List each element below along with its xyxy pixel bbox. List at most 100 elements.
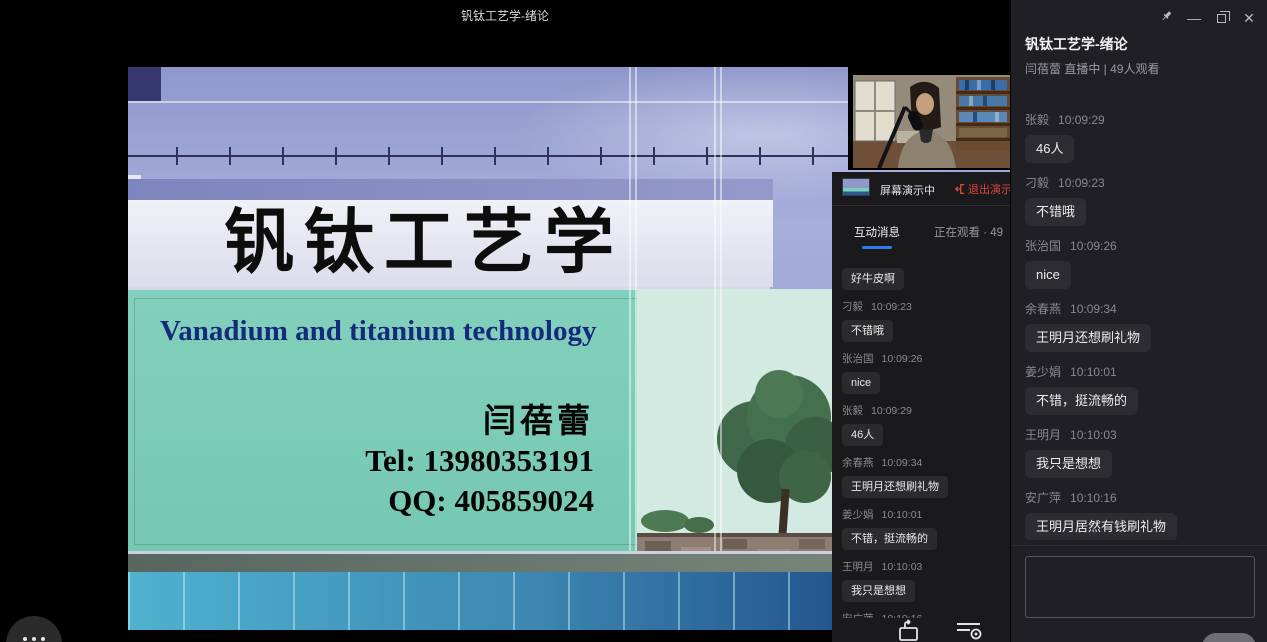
chat-message-meta: 张毅 10:09:29 bbox=[1025, 111, 1257, 128]
chat-sidebar: — ✕ 钒钛工艺学-绪论 闫蓓蕾 直播中 | 49人观看 张毅10:09:29 … bbox=[1010, 0, 1267, 642]
chat-message: 姜少娟10:10:01 不错，挺流畅的 bbox=[842, 507, 1008, 550]
chat-message: 张治国 10:09:26 nice bbox=[1025, 237, 1257, 289]
chat-message-meta: 刁毅 10:09:23 bbox=[1025, 174, 1257, 191]
chat-author: 王明月 bbox=[1025, 428, 1061, 442]
chat-message-meta: 王明月 10:10:03 bbox=[842, 559, 1008, 574]
live-class-window: 钒钛工艺学-绪论 钒钛工艺学 bbox=[0, 0, 1267, 642]
slide-contact-block: 闫蓓蕾 Tel: 13980353191 QQ: 405859024 bbox=[218, 401, 594, 521]
tab-viewers[interactable]: 正在观看 · 49 bbox=[934, 224, 1003, 240]
chat-author: 张治国 bbox=[842, 353, 874, 365]
chat-message-meta: 王明月 10:10:03 bbox=[1025, 426, 1257, 443]
chat-author: 张毅 bbox=[842, 405, 863, 417]
chat-author: 安广萍 bbox=[1025, 491, 1061, 505]
sidebar-chat-list: 张毅10:09:29 46人 刁毅10:09:23 不错哦 张治国10:09:2… bbox=[1025, 100, 1257, 540]
chat-time: 10:10:03 bbox=[882, 561, 923, 573]
ellipsis-icon bbox=[6, 628, 62, 642]
chat-author: 余春燕 bbox=[842, 457, 874, 469]
chat-author: 刁毅 bbox=[842, 301, 863, 313]
chat-message-meta: 安广萍10:10:16 bbox=[842, 611, 1008, 618]
chat-message: 王明月 10:10:03 我只是想想 bbox=[842, 559, 1008, 602]
chat-author: 张毅 bbox=[1025, 113, 1049, 127]
chat-time: 10:10:01 bbox=[1070, 365, 1117, 379]
webcam-video bbox=[853, 75, 1010, 168]
chat-time: 10:09:23 bbox=[1058, 176, 1105, 190]
chat-bubble: 46人 bbox=[842, 424, 883, 446]
chat-message: 王明月 10:10:03 我只是想想 bbox=[1025, 426, 1257, 478]
chat-message: 张治国10:09:26 nice bbox=[842, 351, 1008, 394]
slide-title: 钒钛工艺学 bbox=[224, 197, 764, 287]
screen-share-thumbnail bbox=[842, 178, 870, 196]
chat-bubble: 王明月还想刷礼物 bbox=[1025, 324, 1151, 352]
send-button[interactable] bbox=[1202, 633, 1256, 642]
chat-time: 10:10:16 bbox=[1070, 491, 1117, 505]
close-button[interactable]: ✕ bbox=[1239, 8, 1259, 28]
chat-time: 10:09:26 bbox=[882, 353, 923, 365]
chat-time: 10:10:03 bbox=[1070, 428, 1117, 442]
chat-message: 余春燕 10:09:34 王明月还想刷礼物 bbox=[1025, 300, 1257, 352]
chat-message: 安广萍10:10:16 王明月居然有钱刷礼物 bbox=[842, 611, 1008, 618]
chat-time: 10:09:29 bbox=[871, 405, 912, 417]
chat-message: 好牛皮啊 bbox=[842, 268, 1008, 290]
chat-tabs: 互动消息 正在观看 · 49 bbox=[832, 216, 1010, 252]
chat-message-meta: 张毅 10:09:29 bbox=[842, 403, 1008, 418]
chat-message: 张毅10:09:29 46人 bbox=[1025, 111, 1257, 163]
stream-title: 钒钛工艺学-绪论 bbox=[1025, 34, 1128, 54]
chat-message-meta: 姜少娟10:10:01 bbox=[842, 507, 1008, 522]
chat-message-meta: 余春燕 10:09:34 bbox=[1025, 300, 1257, 317]
slide-ruler-graphic bbox=[176, 147, 890, 165]
minimize-button[interactable]: — bbox=[1184, 8, 1204, 28]
window-controls: — ✕ bbox=[1154, 8, 1259, 28]
overlay-chat-list: 好牛皮啊 刁毅10:09:23 不错哦 张治国10:09:26 nice bbox=[842, 268, 1008, 618]
slide-corner-square bbox=[128, 67, 161, 101]
chat-message: 余春燕10:09:34 王明月还想刷礼物 bbox=[842, 455, 1008, 498]
chat-message: 安广萍 10:10:16 王明月居然有钱刷礼物 bbox=[1025, 489, 1257, 540]
chat-bubble: 不错哦 bbox=[842, 320, 893, 342]
message-filter-icon[interactable] bbox=[954, 618, 984, 642]
chat-message: 刁毅10:09:23 不错哦 bbox=[1025, 174, 1257, 226]
chat-message-meta: 张治国 10:09:26 bbox=[1025, 237, 1257, 254]
stream-status-line: 闫蓓蕾 直播中 | 49人观看 bbox=[1025, 60, 1159, 77]
presenter-qq: QQ: 405859024 bbox=[218, 481, 594, 521]
pin-button[interactable] bbox=[1157, 8, 1177, 28]
chat-message-meta: 刁毅 10:09:23 bbox=[842, 299, 1008, 314]
chat-bubble: 王明月还想刷礼物 bbox=[842, 476, 948, 498]
slide-vertical-stripe bbox=[714, 67, 724, 553]
chat-bubble: 我只是想想 bbox=[842, 580, 915, 602]
chat-message: 刁毅 10:09:23 不错哦 bbox=[842, 299, 1008, 342]
chat-bubble: 我只是想想 bbox=[1025, 450, 1112, 478]
restore-button[interactable] bbox=[1212, 8, 1232, 28]
chat-message: 张毅 10:09:29 46人 bbox=[842, 403, 1008, 446]
presenter-tel: Tel: 13980353191 bbox=[218, 441, 594, 481]
chat-input-area bbox=[1011, 545, 1267, 642]
chat-time: 10:09:34 bbox=[1070, 302, 1117, 316]
screen-share-chat-panel: 屏幕演示中 退出演示 互动消息 正在观看 · 49 好牛皮啊 刁毅 10:09:2… bbox=[832, 172, 1010, 642]
chat-author: 王明月 bbox=[842, 561, 874, 573]
chat-message-meta: 姜少娟10:10:01 bbox=[1025, 363, 1257, 380]
exit-icon bbox=[953, 183, 965, 195]
exit-presentation-button[interactable]: 退出演示 bbox=[953, 181, 1010, 197]
chat-time: 10:09:29 bbox=[1058, 113, 1105, 127]
chat-bubble: 不错，挺流畅的 bbox=[1025, 387, 1138, 415]
screen-share-status: 屏幕演示中 bbox=[880, 182, 935, 198]
screen-share-header: 屏幕演示中 退出演示 bbox=[832, 172, 1010, 206]
chat-message-meta: 安广萍 10:10:16 bbox=[1025, 489, 1257, 506]
chat-message-meta: 张治国 10:09:26 bbox=[842, 351, 1008, 366]
share-screen-icon[interactable] bbox=[896, 618, 922, 642]
chat-author: 余春燕 bbox=[1025, 302, 1061, 316]
chat-bubble: 好牛皮啊 bbox=[842, 268, 904, 290]
chat-author: 张治国 bbox=[1025, 239, 1061, 253]
chat-bubble: 不错，挺流畅的 bbox=[842, 528, 937, 550]
chat-time: 10:09:26 bbox=[1070, 239, 1117, 253]
chat-bubble: nice bbox=[1025, 261, 1071, 289]
chat-author: 姜少娟 bbox=[842, 509, 874, 521]
chat-message: 姜少娟10:10:01 不错，挺流畅的 bbox=[1025, 363, 1257, 415]
message-input[interactable] bbox=[1025, 556, 1255, 618]
more-options-button[interactable] bbox=[6, 616, 62, 642]
overlay-toolbar bbox=[832, 618, 1010, 642]
chat-bubble: 王明月居然有钱刷礼物 bbox=[1025, 513, 1177, 540]
chat-time: 10:09:23 bbox=[871, 301, 912, 313]
presenter-webcam-tile[interactable] bbox=[848, 67, 1010, 170]
chat-author: 刁毅 bbox=[1025, 176, 1049, 190]
tab-interactive-messages[interactable]: 互动消息 bbox=[854, 224, 900, 240]
slide-vertical-stripe bbox=[629, 67, 639, 553]
